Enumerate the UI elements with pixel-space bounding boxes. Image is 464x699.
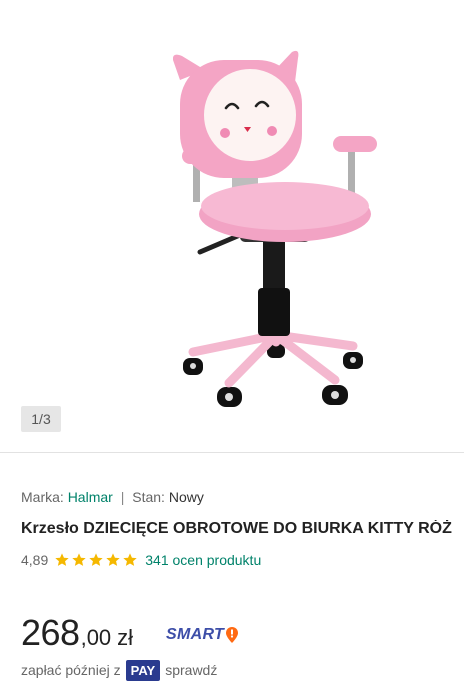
- condition-value: Nowy: [168, 489, 204, 505]
- smart-pin-icon: [226, 627, 239, 643]
- star-icon: [123, 553, 137, 566]
- star-icon: [89, 553, 103, 566]
- smart-badge[interactable]: SMART: [166, 626, 239, 644]
- star-icon: [72, 553, 86, 566]
- pay-later-check-link[interactable]: sprawdź: [165, 662, 217, 678]
- product-image[interactable]: [0, 0, 464, 452]
- price-decimal: ,00: [80, 625, 112, 650]
- brand-condition-line: Marka: Halmar | Stan: Nowy: [21, 489, 204, 505]
- price: 268 ,00 zł: [21, 612, 133, 654]
- price-integer: 268: [21, 612, 80, 653]
- pay-later-prefix: zapłać później z: [21, 662, 121, 678]
- pay-badge: PAY: [125, 659, 161, 681]
- price-currency: zł: [117, 625, 134, 650]
- product-title: Krzesło DZIECIĘCE OBROTOWE DO BIURKA KIT…: [21, 520, 452, 537]
- star-icon: [106, 553, 120, 566]
- smart-label: SMART: [166, 626, 225, 643]
- brand-label: Marka:: [21, 489, 64, 505]
- star-rating: [54, 552, 139, 568]
- product-image-gallery[interactable]: 1/3: [0, 0, 464, 452]
- rating-value: 4,89: [21, 552, 49, 568]
- image-counter: 1/3: [21, 406, 61, 432]
- rating-line[interactable]: 4,89 341 ocen produktu: [21, 549, 261, 571]
- pay-later-line[interactable]: zapłać później z PAY sprawdź: [21, 658, 217, 682]
- brand-link[interactable]: Halmar: [68, 489, 113, 505]
- rating-count-link[interactable]: 341 ocen produktu: [145, 552, 261, 568]
- star-icon: [55, 553, 69, 566]
- separator: |: [120, 489, 125, 505]
- condition-label: Stan:: [132, 489, 165, 505]
- section-divider: [0, 452, 464, 453]
